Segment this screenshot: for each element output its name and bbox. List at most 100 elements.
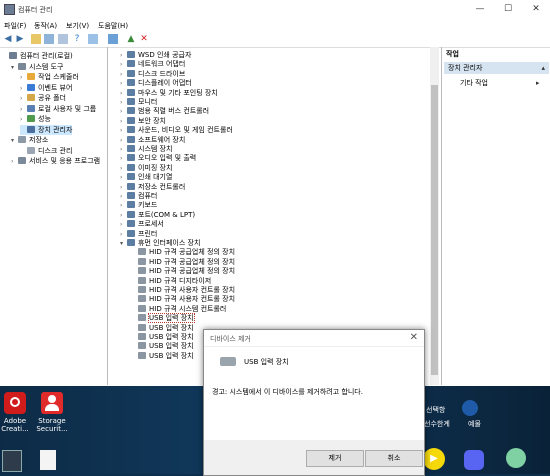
- discord-icon[interactable]: [464, 450, 484, 470]
- tree-item-label: 컴퓨터 관리(로컬): [20, 52, 73, 60]
- menu-help[interactable]: 도움말(H): [98, 21, 128, 31]
- device-category-icon: [127, 239, 135, 246]
- tree-item[interactable]: › 서비스 및 응용 프로그램: [11, 156, 100, 166]
- tray-app-icon[interactable]: [462, 400, 478, 416]
- device-category-icon: [127, 98, 135, 105]
- tree-item[interactable]: 컴퓨터 관리(로컬): [2, 51, 73, 61]
- maximize-button[interactable]: ☐: [494, 0, 522, 18]
- expand-arrow-icon[interactable]: ›: [20, 105, 27, 115]
- device-category-icon: [127, 79, 135, 87]
- tree-item[interactable]: ▾ 저장소: [11, 135, 48, 145]
- device-label: HID 규격 사용자 컨트롤 장치: [149, 295, 236, 304]
- dialog-close-icon[interactable]: ✕: [410, 332, 418, 343]
- desktop-app-icon[interactable]: [2, 450, 22, 472]
- desktop-icon-storage-security-label: Storage Securit...: [36, 417, 68, 433]
- update-driver-icon[interactable]: ▲: [126, 34, 136, 44]
- device-label: 사운드, 비디오 및 게임 컨트롤러: [138, 126, 233, 135]
- properties-icon[interactable]: [58, 34, 68, 44]
- folder-icon[interactable]: [31, 34, 41, 44]
- uninstall-button[interactable]: 제거: [306, 450, 364, 467]
- tree-item[interactable]: 장치 관리자: [20, 124, 73, 135]
- actions-header: 작업: [446, 50, 459, 58]
- tree-item[interactable]: 디스크 관리: [20, 146, 72, 156]
- app-icon: [4, 4, 15, 15]
- users-icon: [27, 104, 35, 112]
- tree-item[interactable]: › 작업 스케줄러: [20, 72, 79, 82]
- device-category-icon: [127, 88, 135, 96]
- menu-file[interactable]: 파일(F): [4, 21, 26, 31]
- task-scheduler-icon: [27, 73, 35, 80]
- device-label: 디스플레이 어댑터: [138, 79, 192, 88]
- actions-more-label: 기타 작업: [460, 79, 488, 87]
- tray-label-2: 선수한계: [424, 420, 450, 428]
- forward-icon[interactable]: ▶: [15, 34, 25, 44]
- document-icon[interactable]: [40, 450, 56, 470]
- expand-arrow-icon[interactable]: ›: [20, 73, 27, 83]
- actions-device-manager[interactable]: 장치 관리자 ▴: [444, 62, 549, 74]
- device-category-icon: [127, 116, 135, 124]
- messenger-icon[interactable]: [506, 448, 526, 468]
- device-label: 저장소 컨트롤러: [138, 182, 186, 191]
- tree-item-label: 로컬 사용자 및 그룹: [38, 104, 97, 113]
- expand-arrow-icon[interactable]: ▾: [11, 63, 18, 73]
- uninstall-icon[interactable]: ✕: [139, 34, 149, 44]
- device-category-icon: [127, 60, 135, 68]
- dialog-warning: 경고: 시스템에서 이 디바이스를 제거하려고 합니다.: [212, 388, 363, 396]
- tree-item-label: 서비스 및 응용 프로그램: [29, 157, 101, 165]
- expand-arrow-icon[interactable]: ▾: [11, 136, 18, 146]
- desktop-icon-adobe[interactable]: Adobe Creati...: [0, 392, 30, 433]
- monitor-icon[interactable]: [108, 34, 118, 44]
- computer-icon: [9, 52, 17, 59]
- tree-item[interactable]: › 공유 폴더: [20, 93, 66, 103]
- shared-folders-icon: [27, 94, 35, 101]
- view-icon[interactable]: [88, 34, 98, 44]
- desktop-icon-storage-security[interactable]: Storage Securit...: [34, 392, 70, 433]
- device-label: HID 규격 공급업체 정의 장치: [149, 257, 236, 266]
- hid-device-icon: [138, 267, 146, 275]
- services-icon: [18, 157, 26, 164]
- console-tree: 컴퓨터 관리(로컬) ▾ 시스템 도구 › 작업 스케줄러 › 이벤트 뷰어 › 공유 폴더 › 로…: [0, 47, 108, 385]
- device-label: 인쇄 대기열: [138, 173, 173, 182]
- device-tree-scrollbar[interactable]: [430, 47, 439, 385]
- close-button[interactable]: ✕: [522, 0, 550, 18]
- adobe-icon: [4, 392, 26, 414]
- menu-bar: 파일(F) 동작(A) 보기(V) 도움말(H): [0, 18, 550, 32]
- tree-item[interactable]: › 이벤트 뷰어: [20, 83, 72, 93]
- device-category-icon: [127, 145, 135, 152]
- collapse-icon[interactable]: ▴: [541, 62, 545, 74]
- expand-arrow-icon[interactable]: ›: [11, 157, 18, 167]
- device-item[interactable]: USB 입력 장치: [138, 351, 194, 361]
- device-category-icon: [127, 126, 135, 134]
- device-label: 소프트웨어 장치: [138, 135, 186, 144]
- device-category-icon: [127, 51, 135, 58]
- hid-device-icon: [138, 351, 146, 359]
- disk-management-icon: [27, 146, 35, 154]
- tree-item-label: 디스크 관리: [38, 146, 73, 155]
- device-label: 휴먼 인터페이스 장치: [138, 239, 201, 247]
- device-label: 프로세서: [138, 220, 164, 229]
- back-icon[interactable]: ◀: [3, 34, 13, 44]
- expand-arrow-icon[interactable]: ›: [20, 94, 27, 104]
- actions-more[interactable]: 기타 작업 ▸: [460, 78, 540, 88]
- title-bar[interactable]: 컴퓨터 관리 — ☐ ✕: [0, 0, 550, 18]
- cancel-button[interactable]: 취소: [365, 450, 423, 467]
- tree-item[interactable]: › 성능: [20, 114, 51, 124]
- device-label: 보안 장치: [138, 116, 166, 125]
- console-tree-icon[interactable]: [44, 34, 54, 44]
- help-icon[interactable]: ?: [72, 34, 82, 44]
- storage-icon: [18, 136, 26, 143]
- play-icon[interactable]: ▶: [423, 448, 445, 470]
- dialog-title-bar[interactable]: 디바이스 제거 ✕: [204, 330, 424, 347]
- expand-arrow-icon[interactable]: ▾: [120, 239, 127, 249]
- expand-arrow-icon[interactable]: ›: [20, 115, 27, 125]
- device-label: USB 입력 장치: [149, 323, 194, 332]
- device-label: 범용 직렬 버스 컨트롤러: [138, 107, 210, 116]
- scrollbar-thumb[interactable]: [431, 85, 438, 375]
- menu-view[interactable]: 보기(V): [66, 21, 89, 31]
- tree-item[interactable]: › 로컬 사용자 및 그룹: [20, 104, 96, 114]
- minimize-button[interactable]: —: [466, 0, 494, 18]
- menu-action[interactable]: 동작(A): [34, 21, 57, 31]
- actions-pane: 작업 장치 관리자 ▴ 기타 작업 ▸: [441, 47, 550, 385]
- tree-item[interactable]: ▾ 시스템 도구: [11, 62, 63, 72]
- expand-arrow-icon[interactable]: ›: [20, 84, 27, 94]
